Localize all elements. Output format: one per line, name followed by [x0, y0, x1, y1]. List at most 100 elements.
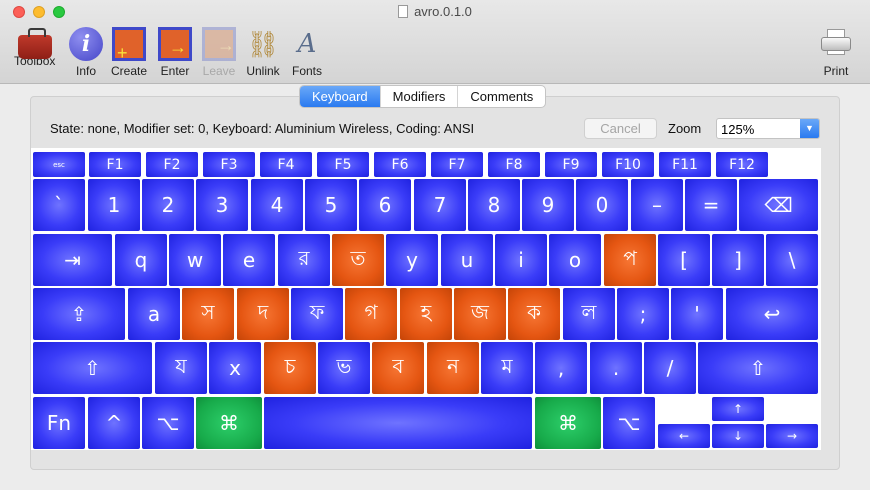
key-7[interactable]: 7: [414, 179, 466, 231]
toolbar-info-button[interactable]: i Info: [69, 27, 103, 78]
key-equals[interactable]: =: [685, 179, 737, 231]
tab-bar: Keyboard Modifiers Comments: [299, 85, 547, 108]
key-right-option[interactable]: ⌥: [603, 397, 655, 449]
title-bar: avro.0.1.0 Toolbox i Info + Create → Ent…: [0, 0, 870, 84]
key-m[interactable]: ম: [481, 342, 533, 394]
key-6[interactable]: 6: [359, 179, 411, 231]
key-f10[interactable]: F10: [602, 152, 654, 177]
key-j[interactable]: জ: [454, 288, 506, 340]
document-icon: [398, 5, 409, 18]
key-g[interactable]: গ: [345, 288, 397, 340]
toolbar-enter-button[interactable]: → Enter: [158, 27, 192, 78]
toolbar-unlink-button[interactable]: ⛓ Unlink: [246, 27, 280, 78]
cancel-button[interactable]: Cancel: [584, 118, 657, 139]
key-f12[interactable]: F12: [716, 152, 768, 177]
key-8[interactable]: 8: [468, 179, 520, 231]
key-left-bracket[interactable]: [: [658, 234, 710, 286]
key-f3[interactable]: F3: [203, 152, 255, 177]
key-period[interactable]: .: [590, 342, 642, 394]
key-b[interactable]: ব: [372, 342, 424, 394]
key-quote[interactable]: ': [671, 288, 723, 340]
tab-modifiers[interactable]: Modifiers: [379, 86, 458, 107]
window-title: avro.0.1.0: [0, 4, 870, 19]
key-right-bracket[interactable]: ]: [712, 234, 764, 286]
key-p[interactable]: প: [604, 234, 656, 286]
leave-icon: →: [202, 27, 236, 61]
key-minus[interactable]: –: [631, 179, 683, 231]
key-d[interactable]: দ: [237, 288, 289, 340]
key-u[interactable]: u: [441, 234, 493, 286]
printer-icon: [821, 27, 851, 61]
key-s[interactable]: স: [182, 288, 234, 340]
key-return[interactable]: ↩: [726, 288, 818, 340]
key-f9[interactable]: F9: [545, 152, 597, 177]
key-f6[interactable]: F6: [374, 152, 426, 177]
key-f2[interactable]: F2: [146, 152, 198, 177]
key-comma[interactable]: ,: [535, 342, 587, 394]
key-f5[interactable]: F5: [317, 152, 369, 177]
key-right-command[interactable]: ⌘: [535, 397, 601, 449]
keyboard-layout: esc F1 F2 F3 F4 F5 F6 F7 F8 F9 F10 F11 F…: [31, 148, 821, 450]
key-f4[interactable]: F4: [260, 152, 312, 177]
key-control[interactable]: ^: [88, 397, 140, 449]
key-k[interactable]: ক: [508, 288, 560, 340]
key-0[interactable]: 0: [576, 179, 628, 231]
key-backslash[interactable]: \: [766, 234, 818, 286]
key-e[interactable]: e: [223, 234, 275, 286]
key-left-command[interactable]: ⌘: [196, 397, 262, 449]
enter-icon: →: [158, 27, 192, 61]
key-w[interactable]: w: [169, 234, 221, 286]
key-caps-lock[interactable]: ⇪: [33, 288, 125, 340]
key-t[interactable]: ত: [332, 234, 384, 286]
key-x[interactable]: x: [209, 342, 261, 394]
key-9[interactable]: 9: [522, 179, 574, 231]
key-f7[interactable]: F7: [431, 152, 483, 177]
key-v[interactable]: ভ: [318, 342, 370, 394]
key-o[interactable]: o: [549, 234, 601, 286]
key-semicolon[interactable]: ;: [617, 288, 669, 340]
key-2[interactable]: 2: [142, 179, 194, 231]
key-4[interactable]: 4: [251, 179, 303, 231]
key-arrow-right[interactable]: →: [766, 424, 818, 448]
toolbar-create-button[interactable]: + Create: [111, 27, 147, 78]
key-backtick[interactable]: `: [33, 179, 85, 231]
key-y[interactable]: y: [386, 234, 438, 286]
toolbar-toolbox-button[interactable]: Toolbox: [14, 27, 55, 68]
tab-keyboard[interactable]: Keyboard: [300, 86, 380, 107]
key-3[interactable]: 3: [196, 179, 248, 231]
key-left-option[interactable]: ⌥: [142, 397, 194, 449]
key-right-shift[interactable]: ⇧: [698, 342, 818, 394]
toolbar-fonts-button[interactable]: A Fonts: [290, 27, 324, 78]
key-f11[interactable]: F11: [659, 152, 711, 177]
key-f8[interactable]: F8: [488, 152, 540, 177]
key-arrow-up[interactable]: ↑: [712, 397, 764, 421]
key-l[interactable]: ল: [563, 288, 615, 340]
toolbar-leave-button[interactable]: → Leave: [202, 27, 236, 78]
key-i[interactable]: i: [495, 234, 547, 286]
key-f[interactable]: ফ: [291, 288, 343, 340]
key-c[interactable]: চ: [264, 342, 316, 394]
key-1[interactable]: 1: [88, 179, 140, 231]
info-icon: i: [69, 27, 103, 61]
unlink-icon: ⛓: [246, 29, 280, 59]
key-space[interactable]: [264, 397, 532, 449]
key-fn[interactable]: Fn: [33, 397, 85, 449]
key-tab[interactable]: ⇥: [33, 234, 112, 286]
key-esc[interactable]: esc: [33, 152, 85, 177]
key-slash[interactable]: /: [644, 342, 696, 394]
zoom-select[interactable]: 125% ▼: [716, 118, 820, 139]
tab-comments[interactable]: Comments: [457, 86, 545, 107]
key-f1[interactable]: F1: [89, 152, 141, 177]
key-arrow-down[interactable]: ↓: [712, 424, 764, 448]
key-arrow-left[interactable]: ←: [658, 424, 710, 448]
key-left-shift[interactable]: ⇧: [33, 342, 152, 394]
key-5[interactable]: 5: [305, 179, 357, 231]
key-delete[interactable]: ⌫: [739, 179, 818, 231]
key-a[interactable]: a: [128, 288, 180, 340]
key-n[interactable]: ন: [427, 342, 479, 394]
key-z[interactable]: য: [155, 342, 207, 394]
toolbar-print-button[interactable]: Print: [821, 27, 851, 78]
key-r[interactable]: র: [278, 234, 330, 286]
key-h[interactable]: হ: [400, 288, 452, 340]
key-q[interactable]: q: [115, 234, 167, 286]
